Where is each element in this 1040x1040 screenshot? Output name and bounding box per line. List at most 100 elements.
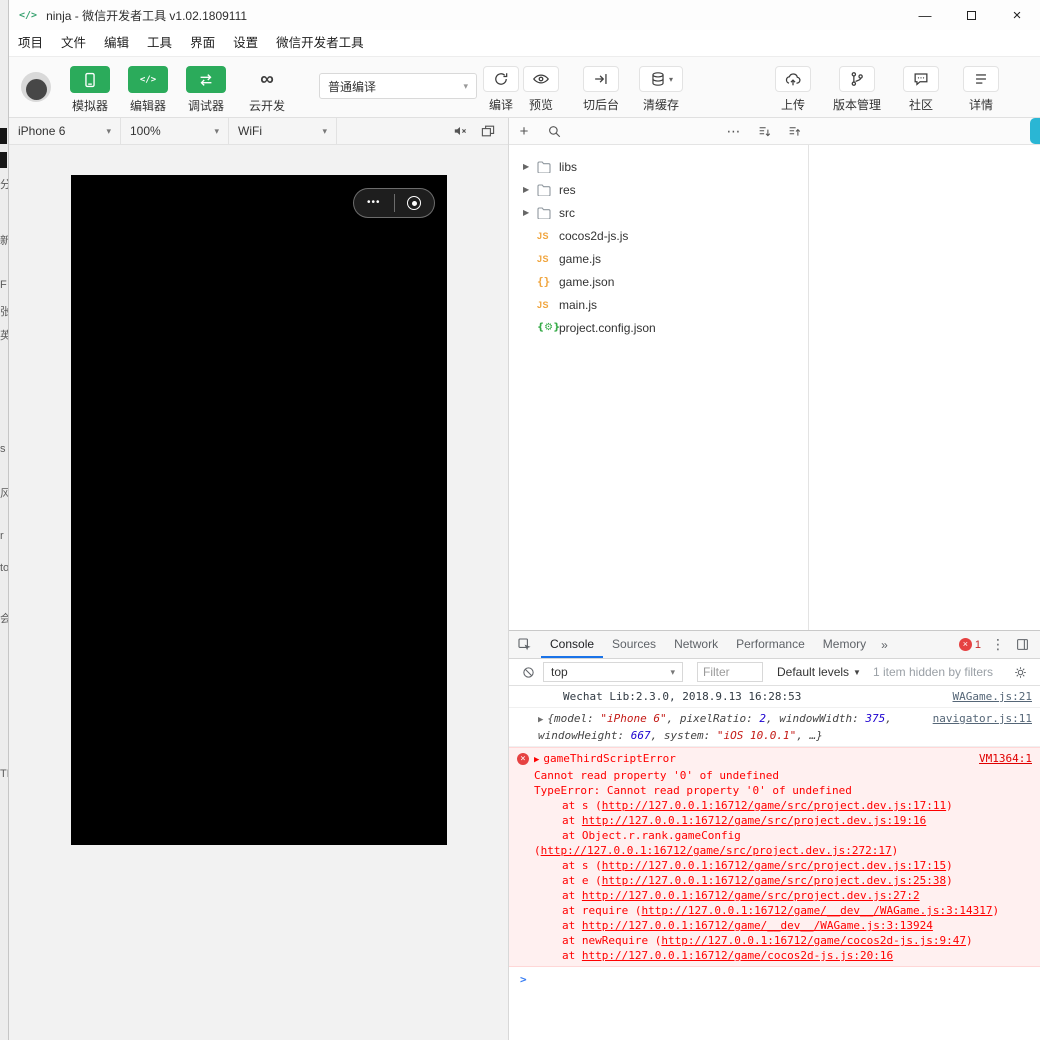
menu-item-view[interactable]: 界面 [181, 30, 224, 56]
mute-speaker-icon[interactable] [452, 123, 468, 139]
error-title: gameThirdScriptError [543, 752, 676, 765]
chevron-right-icon[interactable]: ▶ [523, 162, 537, 171]
tab-console[interactable]: Console [541, 631, 604, 658]
menu-item-settings[interactable]: 设置 [224, 30, 267, 56]
background-text-fragment: 分 [0, 179, 8, 191]
tab-performance[interactable]: Performance [727, 631, 814, 658]
switch-background-icon [583, 66, 619, 92]
dock-side-button[interactable] [1015, 637, 1030, 652]
menu-item-devtools[interactable]: 微信开发者工具 [267, 30, 373, 56]
kebab-menu-icon[interactable]: ⋮ [991, 636, 1005, 653]
console-settings-button[interactable] [1013, 665, 1028, 680]
collapse-all-button[interactable] [749, 118, 779, 145]
new-file-button[interactable]: + [509, 118, 539, 145]
source-link[interactable]: VM1364:1 [979, 751, 1032, 766]
source-link[interactable]: navigator.js:11 [933, 711, 1032, 726]
background-text-fragment: 会 [0, 613, 8, 625]
more-options-capsule-button[interactable]: ••• [354, 198, 394, 208]
expand-arrow-icon[interactable]: ▶ [534, 755, 539, 765]
clear-console-icon [522, 666, 534, 678]
clear-console-button[interactable] [515, 665, 541, 680]
stack-suffix: ) [946, 799, 953, 812]
source-link[interactable]: WAGame.js:21 [953, 689, 1032, 704]
inspect-element-button[interactable] [509, 637, 541, 653]
editor-toggle-button[interactable]: </> 编辑器 [119, 66, 177, 114]
background-text-fragment: to [0, 562, 8, 574]
tree-file-game-json[interactable]: {} game.json [509, 270, 808, 293]
tab-network[interactable]: Network [665, 631, 727, 658]
stack-link[interactable]: http://127.0.0.1:16712/game/__dev__/WAGa… [641, 904, 992, 917]
close-button[interactable]: × [994, 0, 1040, 30]
stack-link[interactable]: http://127.0.0.1:16712/game/src/project.… [602, 859, 946, 872]
search-button[interactable] [539, 118, 569, 145]
debugger-toggle-button[interactable]: 调试器 [177, 66, 235, 114]
object-token: "iOS 10.0.1" [716, 729, 797, 742]
background-text-fragment: 风 [0, 488, 8, 500]
compile-mode-select[interactable]: 普通编译 ▾ [319, 73, 477, 99]
preview-button[interactable]: 预览 [515, 66, 567, 113]
console-filter-input[interactable] [697, 662, 763, 682]
console-prompt[interactable]: > [509, 967, 1040, 992]
details-list-icon [963, 66, 999, 92]
expand-arrow-icon[interactable]: ▶ [538, 715, 543, 725]
stack-frame: at http://127.0.0.1:16712/game/__dev__/W… [534, 918, 1032, 933]
minimize-button[interactable]: — [902, 0, 948, 30]
menu-item-edit[interactable]: 编辑 [95, 30, 138, 56]
tree-file-cocos2d[interactable]: JS cocos2d-js.js [509, 224, 808, 247]
title-bar[interactable]: </> ninja - 微信开发者工具 v1.02.1809111 — × [9, 0, 1040, 30]
upload-button[interactable]: 上传 [763, 66, 823, 113]
switch-background-button[interactable]: 切后台 [571, 66, 631, 113]
stack-link[interactable]: http://127.0.0.1:16712/game/src/project.… [582, 814, 926, 827]
more-options-button[interactable]: ⋯ [719, 118, 749, 145]
chevron-right-icon[interactable]: ▶ [523, 185, 537, 194]
zoom-select[interactable]: 100% ▾ [121, 117, 229, 145]
object-token: , windowWidth: [765, 712, 866, 725]
details-button[interactable]: 详情 [953, 66, 1009, 113]
cloud-dev-button[interactable]: ∞ 云开发 [235, 66, 299, 114]
editor-icon: </> [128, 66, 168, 93]
user-avatar[interactable] [21, 72, 51, 102]
tree-folder-res[interactable]: ▶ res [509, 178, 808, 201]
chevron-down-icon: ▾ [214, 125, 219, 136]
chevron-right-icon[interactable]: ▶ [523, 208, 537, 217]
sort-button[interactable] [779, 118, 809, 145]
execution-context-select[interactable]: top ▾ [543, 662, 683, 682]
simulator-toggle-button[interactable]: 模拟器 [61, 66, 119, 114]
devtools-window: </> ninja - 微信开发者工具 v1.02.1809111 — × 项目… [8, 0, 1040, 1040]
stack-link[interactable]: http://127.0.0.1:16712/game/cocos2d-js.j… [661, 934, 966, 947]
tree-file-main-js[interactable]: JS main.js [509, 293, 808, 316]
tab-sources[interactable]: Sources [603, 631, 665, 658]
stack-link[interactable]: http://127.0.0.1:16712/game/src/project.… [602, 874, 946, 887]
tree-file-game-js[interactable]: JS game.js [509, 247, 808, 270]
network-select[interactable]: WiFi ▾ [229, 117, 337, 145]
close-capsule-button[interactable] [395, 196, 435, 210]
tab-memory[interactable]: Memory [814, 631, 875, 658]
stack-link[interactable]: http://127.0.0.1:16712/game/src/project.… [602, 799, 946, 812]
version-control-button[interactable]: 版本管理 [821, 66, 893, 113]
tree-folder-src[interactable]: ▶ src [509, 201, 808, 224]
more-tabs-button[interactable]: » [875, 638, 894, 652]
tree-file-project-config[interactable]: {⚙} project.config.json [509, 316, 808, 339]
error-title-line[interactable]: ▶ gameThirdScriptError [534, 751, 1032, 768]
stack-link[interactable]: http://127.0.0.1:16712/game/__dev__/WAGa… [582, 919, 933, 932]
console-error-count-badge[interactable]: × 1 [958, 638, 981, 651]
maximize-button[interactable] [948, 0, 994, 30]
clear-cache-button[interactable]: ▾ 清缓存 [631, 66, 691, 113]
log-levels-select[interactable]: Default levels ▼ [777, 665, 861, 679]
phone-screen[interactable]: ••• [71, 175, 447, 845]
compile-icon [483, 66, 519, 92]
menu-item-project[interactable]: 项目 [9, 30, 52, 56]
stack-link[interactable]: http://127.0.0.1:16712/game/cocos2d-js.j… [582, 949, 893, 962]
open-window-icon[interactable] [480, 123, 496, 139]
error-count: 1 [974, 638, 981, 651]
menu-item-tools[interactable]: 工具 [138, 30, 181, 56]
debugger-devtools: Console Sources Network Performance Memo… [509, 630, 1040, 1040]
menu-item-file[interactable]: 文件 [52, 30, 95, 56]
stack-link[interactable]: http://127.0.0.1:16712/game/src/project.… [541, 844, 892, 857]
device-select[interactable]: iPhone 6 ▾ [9, 117, 121, 145]
stack-link[interactable]: http://127.0.0.1:16712/game/src/project.… [582, 889, 920, 902]
tree-folder-libs[interactable]: ▶ libs [509, 155, 808, 178]
community-button[interactable]: 社区 [893, 66, 949, 113]
stack-suffix: ) [946, 874, 953, 887]
console-output[interactable]: WAGame.js:21 Wechat Lib:2.3.0, 2018.9.13… [509, 686, 1040, 1040]
